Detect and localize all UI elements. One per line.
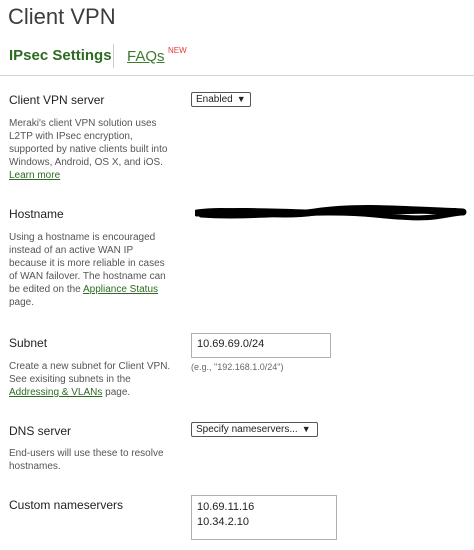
page-title: Client VPN: [8, 4, 116, 29]
help-text: Create a new subnet for Client VPN.: [9, 361, 171, 372]
tab-separator: [113, 44, 114, 68]
subnet-input-value: 10.69.69.0/24: [197, 338, 265, 350]
custom-nameservers-textarea[interactable]: 10.69.11.16 10.34.2.10: [191, 495, 337, 540]
help-text: Using a hostname is encouraged: [9, 232, 156, 243]
client-vpn-server-select-value: Enabled: [196, 94, 233, 105]
hostname-help: Using a hostname is encouraged instead o…: [9, 231, 179, 309]
nameserver-line: 10.34.2.10: [197, 516, 249, 528]
tab-bar: IPsec Settings FAQs NEW: [0, 44, 474, 76]
tab-faqs[interactable]: FAQs: [127, 48, 165, 65]
dns-server-select-value: Specify nameservers...: [196, 424, 298, 435]
chevron-down-icon: ▼: [301, 424, 311, 434]
new-badge: NEW: [168, 46, 187, 55]
appliance-status-link[interactable]: Appliance Status: [83, 284, 158, 295]
tab-ipsec-settings[interactable]: IPsec Settings: [9, 47, 112, 64]
subnet-help: Create a new subnet for Client VPN. See …: [9, 360, 179, 399]
help-text: instead of an active WAN IP: [9, 245, 134, 256]
redacted-hostname-scribble: [195, 205, 467, 221]
help-text: hostnames.: [9, 461, 61, 472]
hostname-label: Hostname: [9, 207, 64, 221]
help-text: of WAN failover. The hostname can: [9, 271, 166, 282]
help-text: page.: [102, 387, 131, 398]
addressing-vlans-link[interactable]: Addressing & VLANs: [9, 387, 102, 398]
dns-server-select[interactable]: Specify nameservers... ▼: [191, 422, 318, 437]
dns-server-help: End-users will use these to resolve host…: [9, 447, 179, 473]
help-text: Windows, Android, OS X, and iOS.: [9, 157, 163, 168]
chevron-down-icon: ▼: [236, 94, 246, 104]
help-text: See exisiting subnets in the: [9, 374, 131, 385]
custom-nameservers-label: Custom nameservers: [9, 498, 124, 512]
learn-more-link[interactable]: Learn more: [9, 170, 60, 181]
client-vpn-server-select[interactable]: Enabled ▼: [191, 92, 251, 107]
subnet-example: (e.g., "192.168.1.0/24"): [191, 362, 284, 372]
client-vpn-server-label: Client VPN server: [9, 93, 105, 107]
subnet-input[interactable]: 10.69.69.0/24: [191, 333, 331, 358]
subnet-label: Subnet: [9, 336, 48, 350]
client-vpn-server-help: Meraki's client VPN solution uses L2TP w…: [9, 117, 179, 182]
dns-server-label: DNS server: [9, 424, 72, 438]
help-text: supported by native clients built into: [9, 144, 168, 155]
help-text: page.: [9, 297, 35, 308]
help-text: End-users will use these to resolve: [9, 448, 164, 459]
help-text: Meraki's client VPN solution uses: [9, 118, 157, 129]
nameserver-line: 10.69.11.16: [197, 501, 255, 513]
help-text: be edited on the: [9, 284, 83, 295]
help-text: because it is more reliable in cases: [9, 258, 165, 269]
help-text: L2TP with IPsec encryption,: [9, 131, 133, 142]
